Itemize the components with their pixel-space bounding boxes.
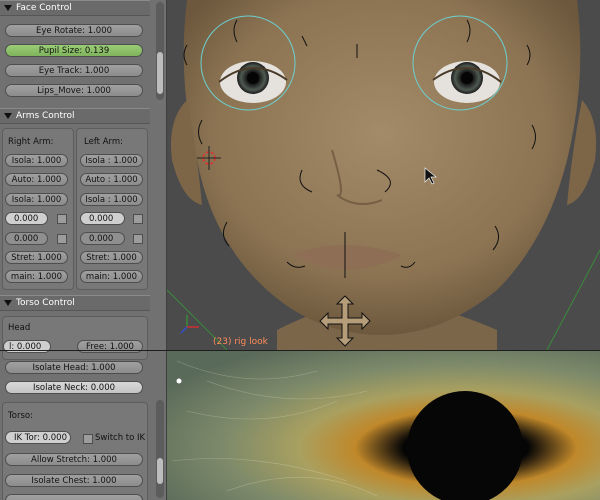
left-arm-main[interactable]: main: 1.000 (80, 270, 143, 283)
head-value-field[interactable]: l: 0.000 (3, 340, 51, 353)
panel-scrollbar-bottom[interactable] (156, 400, 164, 498)
right-arm-label: Right Arm: (8, 137, 54, 147)
head-label: Head (8, 323, 31, 333)
image-cursor-icon (176, 378, 182, 384)
eye-track-slider[interactable]: Eye Track: 1.000 (5, 64, 143, 77)
left-arm-isola-1[interactable]: Isola : 1.000 (80, 154, 143, 167)
switch-to-ik-label[interactable]: Switch to IK (95, 433, 145, 443)
isolate-chest-slider[interactable]: Isolate Chest: 1.000 (5, 474, 143, 487)
collapse-triangle-icon[interactable] (4, 113, 12, 119)
torso-label: Torso: (8, 411, 33, 421)
right-arm-auto[interactable]: Auto: 1.000 (5, 173, 68, 186)
ik-tor-field[interactable]: IK Tor: 0.000 (5, 431, 71, 444)
lips-move-slider[interactable]: Lips_Move: 1.000 (5, 84, 143, 97)
checkbox-icon[interactable] (133, 234, 143, 244)
iris-texture-image[interactable] (167, 351, 600, 500)
left-arm-auto[interactable]: Auto : 1.000 (80, 173, 143, 186)
face-control-title: Face Control (16, 3, 72, 13)
left-arm-label: Left Arm: (84, 137, 123, 147)
left-arm-value-1[interactable]: 0.000 (80, 212, 125, 225)
viewport-object-label: (23) rig look (213, 337, 269, 347)
panel-scrollbar-top[interactable] (156, 2, 164, 100)
right-arm-main[interactable]: main: 1.000 (5, 270, 68, 283)
torso-control-title: Torso Control (16, 298, 75, 308)
3d-viewport[interactable]: (23) rig look (167, 0, 600, 350)
checkbox-icon[interactable] (83, 434, 93, 444)
right-arm-stret[interactable]: Stret: 1.000 (5, 251, 68, 264)
collapse-triangle-icon[interactable] (4, 5, 12, 11)
panel-scrollbar-top-thumb[interactable] (157, 52, 163, 94)
right-arm-value-1[interactable]: 0.000 (5, 212, 48, 225)
checkbox-icon[interactable] (57, 234, 67, 244)
checkbox-icon[interactable] (57, 214, 67, 224)
arms-control-header[interactable]: Arms Control (0, 108, 150, 124)
eye-texture-viewport[interactable] (167, 351, 600, 500)
collapse-triangle-icon[interactable] (4, 300, 12, 306)
allow-stretch-slider[interactable]: Allow Stretch: 1.000 (5, 453, 143, 466)
face-control-header[interactable]: Face Control (0, 0, 150, 16)
isolate-head-slider[interactable]: Isolate Head: 1.000 (5, 361, 143, 374)
right-arm-value-2[interactable]: 0.000 (5, 232, 48, 245)
right-arm-isola-2[interactable]: Isola: 1.000 (5, 193, 68, 206)
properties-panel: Face Control Eye Rotate: 1.000 Pupil Siz… (0, 0, 167, 500)
panel-cutoff-slider[interactable] (5, 494, 143, 500)
pupil-size-slider[interactable]: Pupil Size: 0.139 (5, 44, 143, 57)
left-arm-box (76, 128, 148, 290)
left-arm-stret[interactable]: Stret: 1.000 (80, 251, 143, 264)
isolate-neck-slider[interactable]: Isolate Neck: 0.000 (5, 381, 143, 394)
eye-rotate-slider[interactable]: Eye Rotate: 1.000 (5, 24, 143, 37)
left-arm-value-2[interactable]: 0.000 (80, 232, 125, 245)
character-face-render[interactable]: (23) rig look (167, 0, 600, 350)
head-free-slider[interactable]: Free: 1.000 (77, 340, 143, 353)
left-arm-isola-2[interactable]: Isola : 1.000 (80, 193, 143, 206)
right-arm-isola-1[interactable]: Isola: 1.000 (5, 154, 68, 167)
torso-control-header[interactable]: Torso Control (0, 295, 150, 311)
panel-scrollbar-bottom-thumb[interactable] (157, 458, 163, 484)
checkbox-icon[interactable] (133, 214, 143, 224)
right-arm-box (2, 128, 74, 290)
arms-control-title: Arms Control (16, 111, 75, 121)
